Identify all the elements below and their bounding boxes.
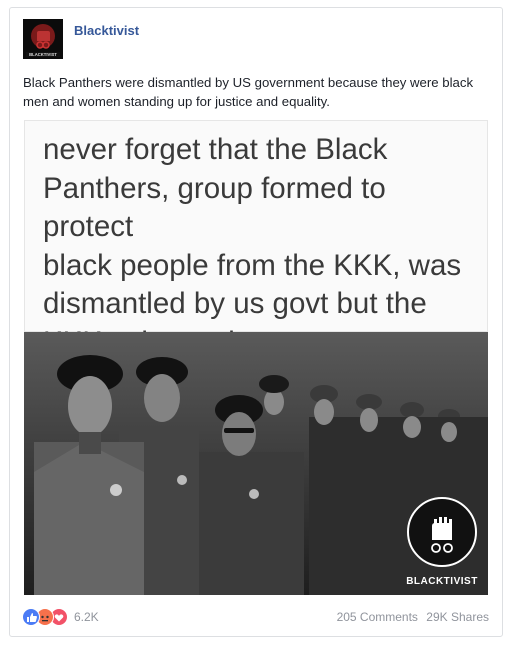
engagement-stats: 205 Comments 29K Shares [332, 610, 489, 624]
watermark-text: BLACKTIVIST [406, 576, 478, 587]
page-avatar[interactable]: BLACKTIVIST [23, 19, 63, 59]
post-image[interactable]: never forget that the Black Panthers, gr… [24, 120, 488, 595]
blacktivist-watermark-icon [407, 497, 477, 567]
black-panthers-photo: BLACKTIVIST [24, 332, 488, 595]
reaction-count[interactable]: 6.2K [74, 610, 99, 624]
quote-panel: never forget that the Black Panthers, gr… [24, 120, 488, 359]
shares-count-link[interactable]: 29K Shares [426, 610, 489, 624]
fist-logo-icon: BLACKTIVIST [23, 19, 63, 59]
post-text: Black Panthers were dismantled by US gov… [23, 75, 474, 109]
comments-count-link[interactable]: 205 Comments [337, 610, 418, 624]
page-name-link[interactable]: Blacktivist [74, 23, 139, 38]
avatar-caption: BLACKTIVIST [29, 52, 57, 57]
quote-text: never forget that the Black Panthers, gr… [43, 133, 462, 359]
reactions-summary[interactable]: 6.2K [22, 608, 99, 626]
like-icon [22, 608, 40, 626]
post-card: BLACKTIVIST Blacktivist Black Panthers w… [9, 7, 503, 637]
